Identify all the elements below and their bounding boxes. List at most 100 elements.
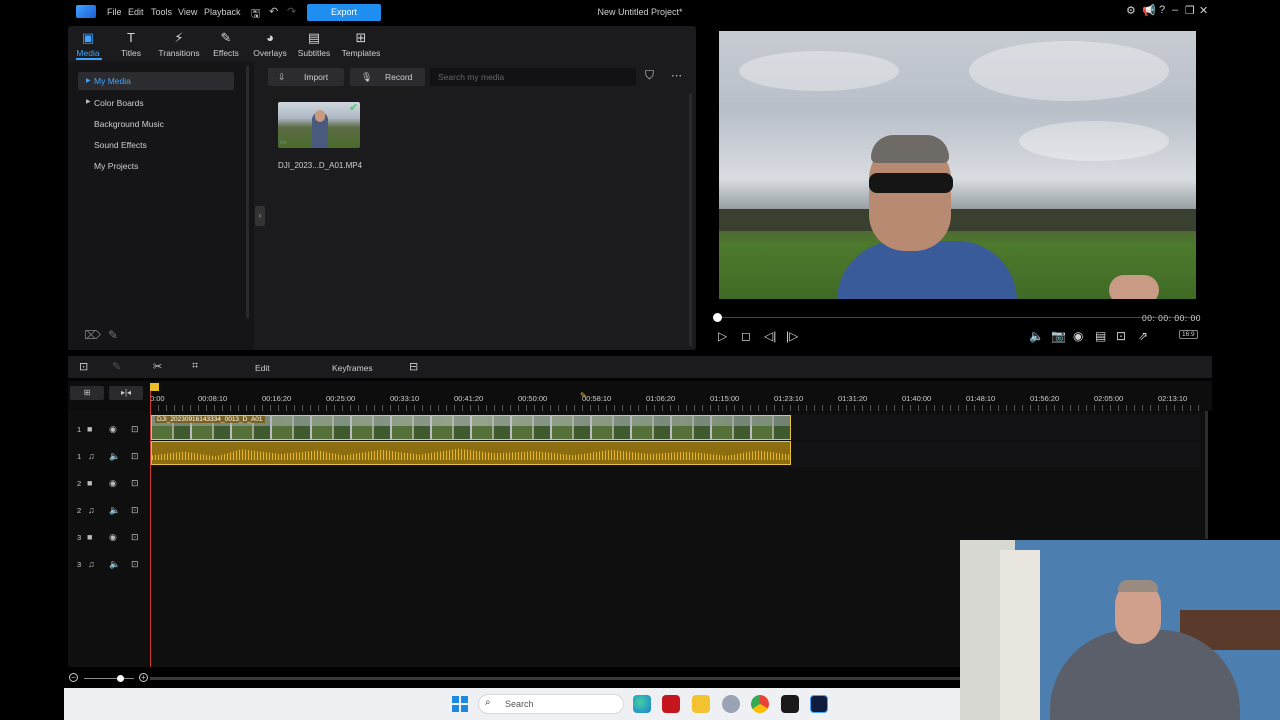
- lock-icon[interactable]: ⊡: [131, 478, 139, 489]
- preview-quality-icon[interactable]: ◉: [1073, 329, 1083, 343]
- windows-start-icon[interactable]: [452, 696, 468, 712]
- tab-subtitles[interactable]: ▤ Subtitles: [289, 30, 339, 58]
- tab-overlays[interactable]: ◕ Overlays: [245, 30, 295, 58]
- media-thumbnail[interactable]: [278, 102, 360, 148]
- crop-icon[interactable]: ⌗: [192, 360, 198, 373]
- zoom-preview-icon[interactable]: ⊡: [1116, 329, 1126, 343]
- sidebar-item-my-projects[interactable]: My Projects: [94, 161, 138, 171]
- settings-app-icon[interactable]: [722, 695, 740, 713]
- templates-icon: ⊞: [355, 30, 367, 45]
- lock-icon[interactable]: ⊡: [131, 451, 139, 462]
- redo-icon[interactable]: ↷: [287, 5, 296, 18]
- notification-icon[interactable]: 📢: [1142, 4, 1156, 17]
- lock-icon[interactable]: ⊡: [131, 424, 139, 435]
- lock-icon[interactable]: ⊡: [131, 532, 139, 543]
- preview-scrubber-track[interactable]: [718, 317, 1198, 318]
- undo-icon[interactable]: ↶: [269, 5, 278, 18]
- media-search-input[interactable]: Search my media: [430, 68, 636, 86]
- preview-scrubber-handle[interactable]: [713, 313, 722, 322]
- zoom-slider-handle[interactable]: [117, 675, 124, 682]
- playhead-handle[interactable]: [150, 383, 159, 391]
- more-options-icon[interactable]: ⋯: [671, 69, 682, 82]
- mute-icon[interactable]: 🔈: [109, 505, 120, 516]
- restore-icon[interactable]: ❐: [1185, 4, 1195, 17]
- lock-icon[interactable]: ⊡: [131, 559, 139, 570]
- subtitles-toggle-icon[interactable]: ▤: [1095, 329, 1106, 343]
- close-icon[interactable]: ✕: [1199, 4, 1208, 17]
- playhead-line[interactable]: [150, 391, 151, 667]
- edit-button[interactable]: Edit: [255, 363, 270, 373]
- sidebar-item-sound-effects[interactable]: Sound Effects: [94, 140, 147, 150]
- fit-timeline-button[interactable]: ▸|◂: [109, 386, 143, 400]
- filter-icon[interactable]: ⛉: [645, 68, 654, 83]
- split-scissors-icon[interactable]: ✂: [153, 360, 162, 373]
- mute-icon[interactable]: 🔈: [109, 451, 120, 462]
- menu-playback[interactable]: Playback: [204, 7, 241, 17]
- terminal-app-icon[interactable]: [781, 695, 799, 713]
- export-button[interactable]: Export: [307, 4, 381, 21]
- play-icon[interactable]: ▷: [718, 329, 727, 343]
- sidebar-item-my-media[interactable]: My Media: [94, 76, 131, 86]
- edit-pen-icon[interactable]: ✎: [112, 360, 121, 373]
- menu-file[interactable]: File: [107, 7, 122, 17]
- more-tools-icon[interactable]: ⊟: [409, 360, 418, 373]
- lock-icon[interactable]: ⊡: [131, 505, 139, 516]
- file-explorer-icon[interactable]: [692, 695, 710, 713]
- mcafee-icon[interactable]: [662, 695, 680, 713]
- sidebar-item-color-boards[interactable]: Color Boards: [94, 98, 144, 108]
- menu-view[interactable]: View: [178, 7, 197, 17]
- tab-templates[interactable]: ⊞ Templates: [336, 30, 386, 58]
- powerdirector-app-icon[interactable]: [810, 695, 828, 713]
- snapshot-icon[interactable]: 📷: [1051, 329, 1066, 343]
- collapse-sidebar-button[interactable]: ‹: [255, 206, 265, 226]
- settings-icon[interactable]: ⚙: [1126, 4, 1136, 17]
- visibility-icon[interactable]: ◉: [109, 478, 117, 489]
- track-manager-button[interactable]: ⊞: [70, 386, 104, 400]
- previous-frame-icon[interactable]: ◁|: [764, 329, 776, 343]
- audio-track-icon: ♫: [88, 559, 95, 569]
- tag-icon[interactable]: ⌦: [84, 328, 101, 342]
- import-icon: ⇩: [278, 72, 286, 82]
- timeline-vertical-scrollbar[interactable]: [1205, 411, 1208, 539]
- next-frame-icon[interactable]: |▷: [786, 329, 798, 343]
- help-icon[interactable]: ?: [1159, 4, 1165, 16]
- keyframes-button[interactable]: Keyframes: [332, 363, 373, 373]
- sidebar-scrollbar[interactable]: [246, 66, 249, 318]
- audio-track-icon: ♫: [88, 505, 95, 515]
- volume-icon[interactable]: 🔈: [1029, 329, 1044, 343]
- video-preview[interactable]: [719, 31, 1196, 299]
- tab-transitions[interactable]: ⚡ Transitions: [154, 30, 204, 58]
- effects-icon: ✎: [220, 30, 232, 45]
- save-icon[interactable]: 🖫: [251, 5, 260, 24]
- stop-icon[interactable]: ◻: [741, 329, 751, 343]
- preview-timecode: 00: 00: 00: 00: [1142, 313, 1201, 323]
- tab-titles[interactable]: T Titles: [106, 30, 156, 58]
- undock-preview-icon[interactable]: ⇗: [1138, 329, 1148, 343]
- tab-effects[interactable]: ✎ Effects: [201, 30, 251, 58]
- timeline-horizontal-scrollbar[interactable]: [150, 677, 960, 680]
- visibility-icon[interactable]: ◉: [109, 532, 117, 543]
- record-button[interactable]: 🎙 Record: [350, 68, 425, 86]
- edit-tag-icon[interactable]: ✎: [108, 328, 118, 342]
- audio-clip[interactable]: [151, 441, 791, 465]
- minimize-icon[interactable]: –: [1172, 4, 1178, 16]
- menu-edit[interactable]: Edit: [128, 7, 144, 17]
- mute-icon[interactable]: 🔈: [109, 559, 120, 570]
- aspect-ratio-button[interactable]: 16:9: [1179, 330, 1198, 339]
- sidebar-item-background-music[interactable]: Background Music: [94, 119, 164, 129]
- edge-browser-icon[interactable]: [633, 695, 651, 713]
- visibility-icon[interactable]: ◉: [109, 424, 117, 435]
- marker-icon[interactable]: ✎: [580, 391, 587, 400]
- timeline-view-icon[interactable]: ⊡: [79, 360, 88, 373]
- menu-tools[interactable]: Tools: [151, 7, 172, 17]
- media-scrollbar[interactable]: [689, 94, 692, 346]
- zoom-in-icon[interactable]: +: [139, 673, 148, 682]
- project-title: New Untitled Project*: [597, 7, 683, 17]
- import-button[interactable]: ⇩ Import: [268, 68, 344, 86]
- zoom-slider-track[interactable]: [84, 678, 134, 679]
- expand-caret-icon[interactable]: ▶: [86, 77, 91, 84]
- taskbar-search[interactable]: Search: [478, 694, 624, 714]
- expand-caret-icon[interactable]: ▶: [86, 98, 91, 105]
- chrome-icon[interactable]: [751, 695, 769, 713]
- zoom-out-icon[interactable]: −: [69, 673, 78, 682]
